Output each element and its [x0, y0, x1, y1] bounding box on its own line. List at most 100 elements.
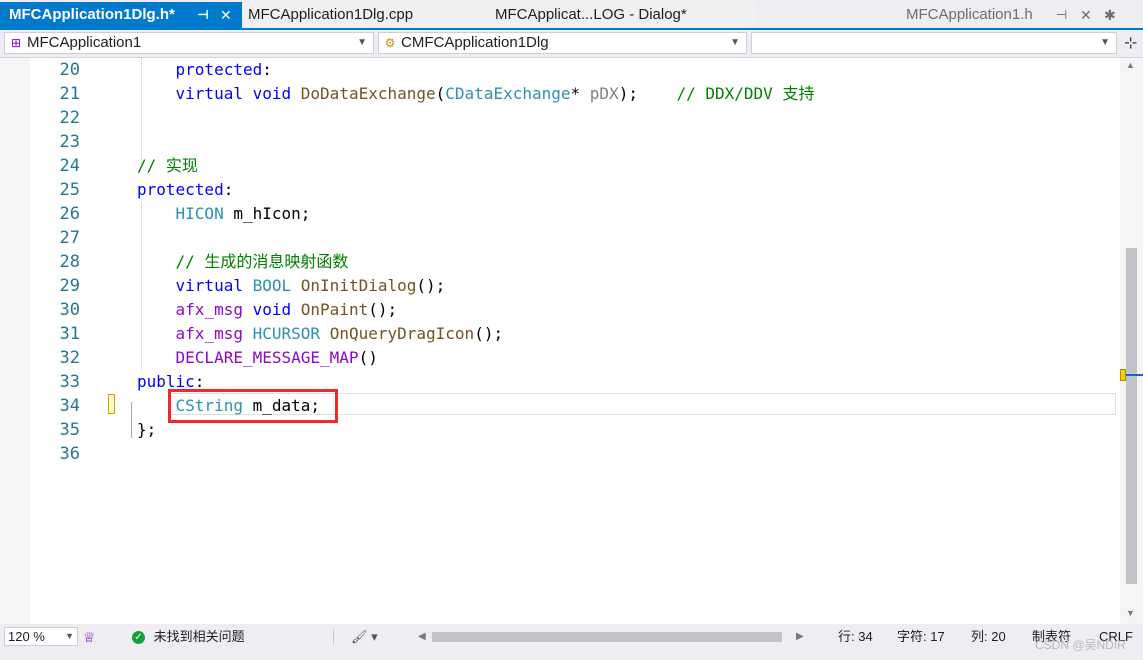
split-window-icon[interactable]: ⊹ [1124, 33, 1137, 53]
close-icon[interactable]: ✕ [220, 2, 232, 28]
code-text: virtual void DoDataExchange(CDataExchang… [137, 82, 815, 106]
unsaved-change-marker [108, 394, 115, 414]
tab-mfcapplication1-h[interactable]: MFCApplication1.h ⊣ ✕ ✱ [898, 2, 1143, 28]
check-circle-icon: ✓ [132, 631, 145, 645]
pin-icon[interactable]: ⊣ [1056, 2, 1067, 28]
code-line[interactable]: 24 // 实现 [0, 154, 1120, 178]
code-token: ( [435, 84, 446, 103]
scroll-up-icon[interactable]: ▲ [1126, 60, 1135, 70]
code-token: protected [137, 180, 224, 199]
code-line[interactable]: 27 [0, 226, 1120, 250]
watermark: CSDN @吴NDIR [1035, 638, 1126, 652]
code-line[interactable]: 26 HICON m_hIcon; [0, 202, 1120, 226]
line-number: 25 [59, 180, 80, 200]
project-name: MFCApplication1 [27, 34, 142, 51]
code-text: afx_msg HCURSOR OnQueryDragIcon(); [137, 322, 504, 346]
code-line[interactable]: 23 [0, 130, 1120, 154]
close-icon[interactable]: ✕ [1080, 2, 1092, 28]
char-indicator[interactable]: 字符: 17 [897, 624, 945, 650]
scroll-down-icon[interactable]: ▼ [1126, 608, 1135, 618]
line-number: 21 [59, 84, 80, 104]
code-line[interactable]: 28 // 生成的消息映射函数 [0, 250, 1120, 274]
code-line[interactable]: 22 [0, 106, 1120, 130]
code-token: afx_msg [175, 324, 243, 343]
code-token: pDX [589, 84, 619, 103]
code-line[interactable]: 31 afx_msg HCURSOR OnQueryDragIcon(); [0, 322, 1120, 346]
code-token: HICON [175, 204, 224, 223]
code-token: (); [368, 300, 398, 319]
code-cleanup-icon[interactable]: 🖌︎ ▾ [351, 624, 378, 650]
horizontal-scrollbar-thumb[interactable] [432, 632, 782, 642]
code-line[interactable]: 29 virtual BOOL OnInitDialog(); [0, 274, 1120, 298]
project-icon: ⊞ [10, 36, 22, 50]
scrollbar-thumb[interactable] [1126, 248, 1137, 584]
code-token: void [252, 300, 292, 319]
code-line[interactable]: 30 afx_msg void OnPaint(); [0, 298, 1120, 322]
zoom-dropdown[interactable]: 120 % ▼ [4, 627, 78, 646]
member-scope-dropdown[interactable]: ▼ [751, 32, 1117, 54]
pin-icon[interactable]: ⊣ [197, 2, 209, 28]
code-text: }; [137, 418, 156, 442]
change-marker [1120, 369, 1126, 381]
chevron-down-icon: ▼ [730, 37, 740, 48]
code-line[interactable]: 25 protected: [0, 178, 1120, 202]
line-number: 29 [59, 276, 80, 296]
code-text: DECLARE_MESSAGE_MAP() [137, 346, 378, 370]
code-text: HICON m_hIcon; [137, 202, 311, 226]
navigation-bar: ⊞ MFCApplication1 ▼ ⚙ CMFCApplication1Dl… [0, 30, 1143, 58]
line-number: 28 [59, 252, 80, 272]
tab-dialog-resource[interactable]: MFCApplicat...LOG - Dialog* [484, 2, 756, 28]
editor-status-bar: 120 % ▼ ♕ ✓ 未找到相关问题 🖌︎ ▾ ◀ ▶ 行: 34 字符: 1… [0, 624, 1143, 650]
line-indicator[interactable]: 行: 34 [838, 624, 873, 650]
code-text: virtual BOOL OnInitDialog(); [137, 274, 446, 298]
issues-indicator[interactable]: ✓ 未找到相关问题 [132, 624, 245, 650]
code-line[interactable]: 20 protected: [0, 58, 1120, 82]
line-number: 31 [59, 324, 80, 344]
code-line[interactable]: 36 [0, 442, 1120, 466]
code-token: DECLARE_MESSAGE_MAP [175, 348, 359, 367]
class-scope-dropdown[interactable]: ⚙ CMFCApplication1Dlg ▼ [378, 32, 747, 54]
line-number: 35 [59, 420, 80, 440]
code-token: () [358, 348, 378, 367]
divider [333, 629, 334, 645]
code-line[interactable]: 32 DECLARE_MESSAGE_MAP() [0, 346, 1120, 370]
code-token: // 生成的消息映射函数 [175, 252, 349, 271]
code-line[interactable]: 21 virtual void DoDataExchange(CDataExch… [0, 82, 1120, 106]
code-token: ); [618, 84, 677, 103]
code-token: afx_msg [175, 300, 243, 319]
code-token: : [223, 180, 234, 199]
settings-icon[interactable]: ✱ [1104, 2, 1116, 28]
project-dropdown[interactable]: ⊞ MFCApplication1 ▼ [4, 32, 374, 54]
code-token: // DDX/DDV 支持 [676, 84, 815, 103]
class-icon: ⚙ [384, 36, 396, 50]
code-token: protected [175, 60, 263, 79]
vertical-scrollbar[interactable]: ▲ ▼ [1120, 58, 1143, 624]
tab-label: MFCApplication1Dlg.h* [9, 6, 175, 23]
code-token: HCURSOR [252, 324, 321, 343]
scroll-right-icon[interactable]: ▶ [796, 624, 804, 650]
line-number: 26 [59, 204, 80, 224]
col-indicator[interactable]: 列: 20 [971, 624, 1006, 650]
tab-label: MFCApplication1Dlg.cpp [248, 6, 414, 23]
code-editor[interactable]: 20 protected: 21 virtual void DoDataExcha… [0, 58, 1120, 624]
code-token: (); [474, 324, 504, 343]
line-number: 34 [59, 396, 80, 416]
tab-mfcapplication1dlg-cpp[interactable]: MFCApplication1Dlg.cpp [242, 2, 484, 28]
tab-mfcapplication1dlg-h[interactable]: MFCApplication1Dlg.h* ⊣ ✕ [0, 2, 242, 28]
line-number: 23 [59, 132, 80, 152]
copilot-icon[interactable]: ♕ [83, 624, 96, 650]
code-token: DoDataExchange [300, 84, 436, 103]
scroll-left-icon[interactable]: ◀ [418, 624, 426, 650]
code-token: OnPaint [300, 300, 369, 319]
line-number: 24 [59, 156, 80, 176]
